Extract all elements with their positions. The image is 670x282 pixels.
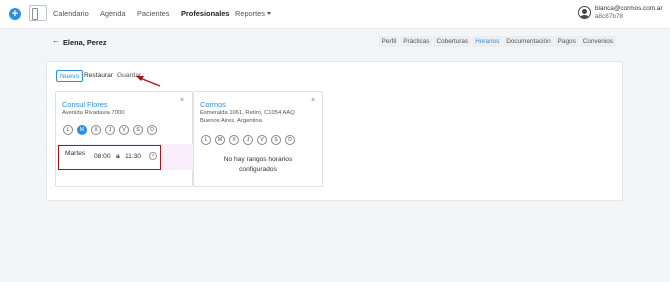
annotation-arrow-icon	[136, 76, 161, 87]
